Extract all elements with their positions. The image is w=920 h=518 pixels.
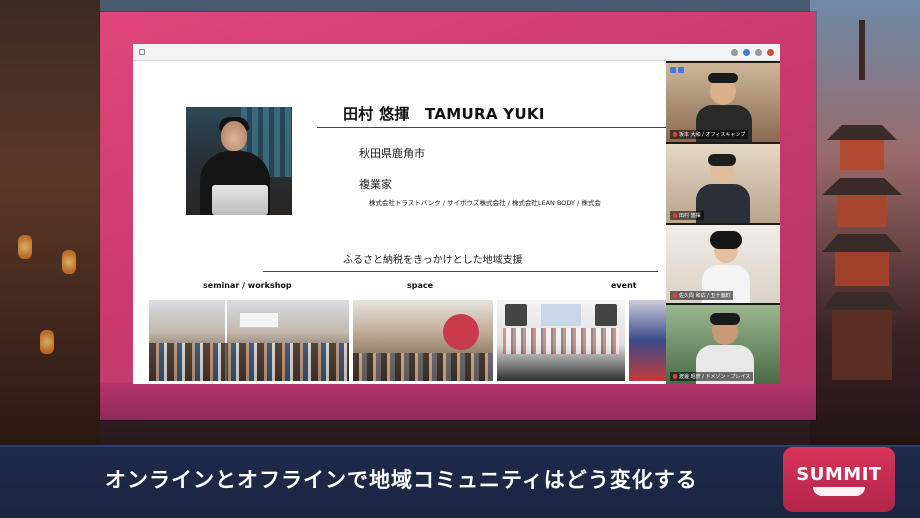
- shared-screen: 田村 悠揮 TAMURA YUKI 秋田県鹿角市 複業家 株式会社トラストバンク…: [133, 44, 780, 384]
- background-left-building: [0, 0, 100, 445]
- space-photo: [353, 300, 493, 381]
- participant-tile[interactable]: 田村 悠揮: [666, 143, 780, 223]
- extension-icon[interactable]: [731, 48, 738, 56]
- participant-name: 佐久間 和広 / 五十嵐町: [670, 291, 734, 301]
- extension-icon[interactable]: [743, 48, 750, 56]
- presentation-frame-bottom: [100, 383, 816, 420]
- support-divider: [263, 271, 658, 272]
- video-controls: [670, 67, 684, 73]
- presentation-slide: 田村 悠揮 TAMURA YUKI 秋田県鹿角市 複業家 株式会社トラストバンク…: [133, 61, 666, 384]
- category-label-space: space: [407, 281, 434, 290]
- speaker-name: 田村 悠揮 TAMURA YUKI: [343, 105, 545, 123]
- participant-tile[interactable]: 佐久間 和広 / 五十嵐町: [666, 224, 780, 304]
- browser-address-bar[interactable]: [133, 44, 780, 61]
- speaker-photo: [186, 107, 292, 215]
- mic-muted-icon: [673, 131, 677, 137]
- summit-logo: SUMMIT: [783, 447, 895, 512]
- category-label-event: event: [611, 281, 637, 290]
- summit-logo-cup-icon: [813, 486, 865, 496]
- view-icon[interactable]: [678, 67, 684, 73]
- video-participants-panel: 坂本 大和 / オフィスキャンプ 田村 悠揮 佐久間 和広 / 五十嵐町 渡邊 …: [666, 61, 780, 384]
- support-heading: ふるさと納税をきっかけとした地域支援: [343, 255, 523, 266]
- participant-tile[interactable]: 坂本 大和 / オフィスキャンプ: [666, 63, 780, 142]
- extension-icon[interactable]: [767, 48, 774, 56]
- participant-tile[interactable]: 渡邊 昭彦 / ドメゾン・プレイス: [666, 305, 780, 384]
- name-divider: [317, 127, 666, 128]
- extension-icon[interactable]: [755, 48, 762, 56]
- participant-name: 田村 悠揮: [670, 210, 704, 220]
- zoom-icon[interactable]: [670, 67, 676, 73]
- speaker-title: 複業家: [359, 178, 392, 191]
- participant-name: 渡邊 昭彦 / ドメゾン・プレイス: [670, 372, 754, 381]
- category-label-seminar: seminar / workshop: [203, 281, 292, 290]
- event-photo-extra: [629, 300, 666, 381]
- summit-logo-word: SUMMIT: [796, 463, 882, 485]
- browser-extension-icons: [731, 48, 774, 56]
- lock-icon: [139, 49, 145, 55]
- mic-muted-icon: [673, 212, 677, 218]
- mic-muted-icon: [673, 293, 677, 299]
- participant-name: 坂本 大和 / オフィスキャンプ: [670, 129, 749, 139]
- session-title: オンラインとオフラインで地域コミュニティはどう変化する: [105, 468, 698, 492]
- event-photo: [497, 300, 625, 381]
- seminar-photo: [149, 300, 349, 381]
- speaker-companies: 株式会社トラストバンク / サイボウズ株式会社 / 株式会社LEAN BODY …: [369, 199, 601, 207]
- background-right-pagoda: [810, 0, 920, 445]
- pagoda-illustration: [822, 20, 902, 380]
- mic-muted-icon: [673, 374, 677, 379]
- speaker-location: 秋田県鹿角市: [359, 147, 425, 160]
